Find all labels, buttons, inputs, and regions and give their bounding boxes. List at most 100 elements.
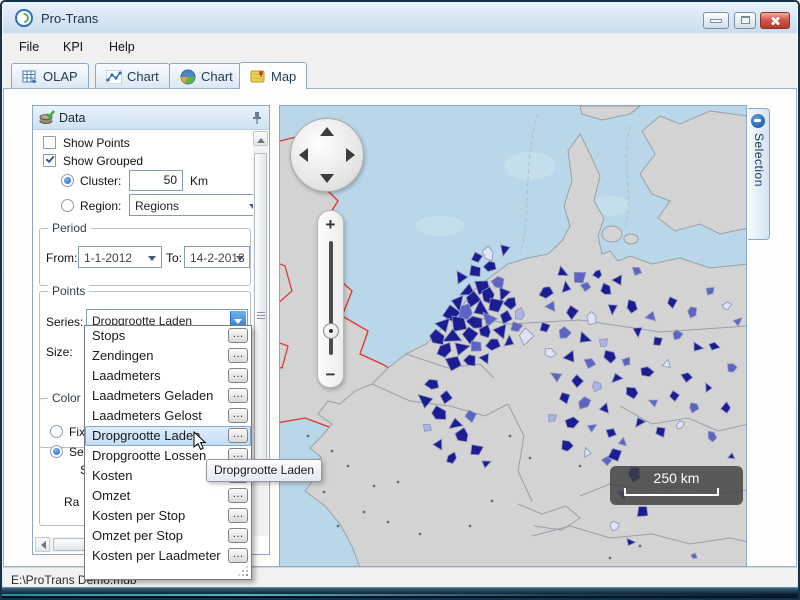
chevron-down-icon[interactable] — [148, 256, 156, 265]
menu-kpi[interactable]: KPI — [55, 34, 91, 60]
region-radio[interactable] — [61, 199, 74, 212]
series-item-label: Omzet per Stop — [92, 528, 183, 543]
series-dropdown-item[interactable]: Laadmeters … — [85, 366, 251, 386]
more-options-button[interactable]: … — [228, 488, 248, 503]
from-date-combobox[interactable]: 1-1-2012 — [78, 246, 162, 268]
map-view[interactable]: + − 250 km — [279, 105, 747, 567]
more-options-button[interactable]: … — [228, 368, 248, 383]
pan-left-icon[interactable] — [299, 148, 308, 162]
series-dropdown-item[interactable]: Omzet per Stop … — [85, 526, 251, 546]
point-dot — [419, 533, 422, 536]
series-dropdown-item[interactable]: Dropgrootte Laden … — [85, 426, 251, 446]
scroll-left-button[interactable] — [35, 537, 50, 552]
show-points-label: Show Points — [63, 136, 130, 150]
series-dropdown-list[interactable]: Stops … Zendingen … Laadmeters … Laadmet… — [84, 325, 252, 580]
series-dropdown-item[interactable]: Kosten per Stop … — [85, 506, 251, 526]
to-date-combobox[interactable]: 14-2-2013 — [184, 246, 250, 268]
pan-right-icon[interactable] — [346, 148, 355, 162]
pie-chart-icon — [180, 69, 196, 85]
color-group-title: Color — [48, 391, 85, 405]
more-options-button[interactable]: … — [228, 328, 248, 343]
more-options-button[interactable]: … — [228, 508, 248, 523]
resize-grip-icon[interactable] — [246, 574, 248, 576]
show-grouped-checkbox[interactable] — [43, 154, 56, 167]
selection-icon — [751, 114, 765, 128]
region-label: Region: — [80, 199, 121, 213]
tab-label: Map — [271, 69, 296, 84]
series-dropdown-item[interactable]: Stops … — [85, 326, 251, 346]
tab-map[interactable]: Map — [239, 62, 307, 89]
minimize-button[interactable] — [703, 12, 729, 29]
series-dropdown-item[interactable]: Kosten per Laadmeter … — [85, 546, 251, 566]
selection-panel-tab[interactable]: Selection — [748, 108, 770, 240]
series-dropdown-item[interactable]: Omzet … — [85, 486, 251, 506]
tab-chart-line[interactable]: Chart — [95, 63, 170, 89]
more-options-button[interactable]: … — [228, 548, 248, 563]
title-bar[interactable]: Pro-Trans — [3, 2, 797, 33]
from-date-value: 1-1-2012 — [84, 251, 132, 265]
series-item-label: Zendingen — [92, 348, 153, 363]
range-label: Ra — [64, 495, 79, 509]
more-options-button[interactable]: … — [228, 428, 248, 443]
vertical-scroll-thumb[interactable] — [254, 153, 267, 478]
more-options-button[interactable]: … — [228, 408, 248, 423]
tab-strip: OLAP Chart Chart Map — [3, 60, 797, 89]
zoom-thumb[interactable] — [323, 323, 339, 339]
scroll-up-button[interactable] — [253, 131, 268, 146]
chevron-down-icon[interactable] — [236, 256, 244, 265]
cluster-radio[interactable] — [61, 174, 74, 187]
close-button[interactable] — [760, 12, 790, 29]
cluster-polygon[interactable] — [471, 341, 481, 351]
dropdown-resize-footer[interactable] — [85, 566, 251, 579]
series-color-radio[interactable] — [50, 445, 63, 458]
maximize-button[interactable] — [734, 12, 756, 29]
cluster-polygon[interactable] — [423, 425, 431, 432]
point-dot — [579, 465, 582, 468]
series-dropdown-item[interactable]: Laadmeters Gelost … — [85, 406, 251, 426]
series-dropdown-item[interactable]: Laadmeters Geladen … — [85, 386, 251, 406]
size-label: Size: — [46, 345, 73, 359]
map-icon — [250, 69, 266, 83]
pan-up-icon[interactable] — [320, 127, 334, 136]
map-pan-control[interactable] — [290, 118, 364, 192]
cluster-label: Cluster: — [80, 174, 121, 188]
region-combobox[interactable]: Regions — [129, 194, 263, 216]
line-chart-icon — [106, 70, 122, 84]
cluster-polygon[interactable] — [599, 339, 607, 347]
region-value: Regions — [135, 199, 179, 213]
more-options-button[interactable]: … — [228, 388, 248, 403]
scale-line — [624, 494, 719, 496]
series-dropdown-item[interactable]: Zendingen … — [85, 346, 251, 366]
series-item-label: Laadmeters — [92, 368, 161, 383]
cluster-distance-input[interactable]: 50 — [129, 170, 183, 191]
show-points-checkbox[interactable] — [43, 136, 56, 149]
map-zoom-slider[interactable]: + − — [317, 210, 344, 388]
cluster-unit-label: Km — [190, 174, 208, 188]
point-dot — [397, 481, 400, 484]
point-dot — [609, 557, 612, 560]
menu-help[interactable]: Help — [101, 34, 143, 60]
more-options-button[interactable]: … — [228, 348, 248, 363]
zoom-out-button[interactable]: − — [318, 365, 343, 385]
point-dot — [529, 457, 532, 460]
menu-file[interactable]: File — [11, 34, 47, 60]
tab-label: Chart — [127, 69, 159, 84]
point-dot — [331, 450, 334, 453]
zoom-in-button[interactable]: + — [318, 215, 343, 235]
maximize-icon — [741, 16, 750, 24]
arrow-left-icon — [37, 541, 46, 549]
cluster-polygon[interactable] — [637, 507, 648, 517]
more-options-button[interactable]: … — [228, 528, 248, 543]
data-panel-header[interactable]: Data — [33, 106, 269, 130]
map-scale-bar: 250 km — [610, 466, 743, 505]
series-label: Series: — [46, 315, 83, 329]
tab-chart-pie[interactable]: Chart — [169, 63, 244, 89]
point-dot — [323, 491, 326, 494]
cluster-polygon[interactable] — [706, 287, 714, 295]
menu-bar: File KPI Help — [3, 34, 797, 60]
tab-olap[interactable]: OLAP — [11, 63, 89, 89]
fixed-color-radio[interactable] — [50, 425, 63, 438]
pin-icon[interactable] — [252, 111, 262, 124]
to-label: To: — [166, 251, 182, 265]
pan-down-icon[interactable] — [320, 174, 334, 183]
